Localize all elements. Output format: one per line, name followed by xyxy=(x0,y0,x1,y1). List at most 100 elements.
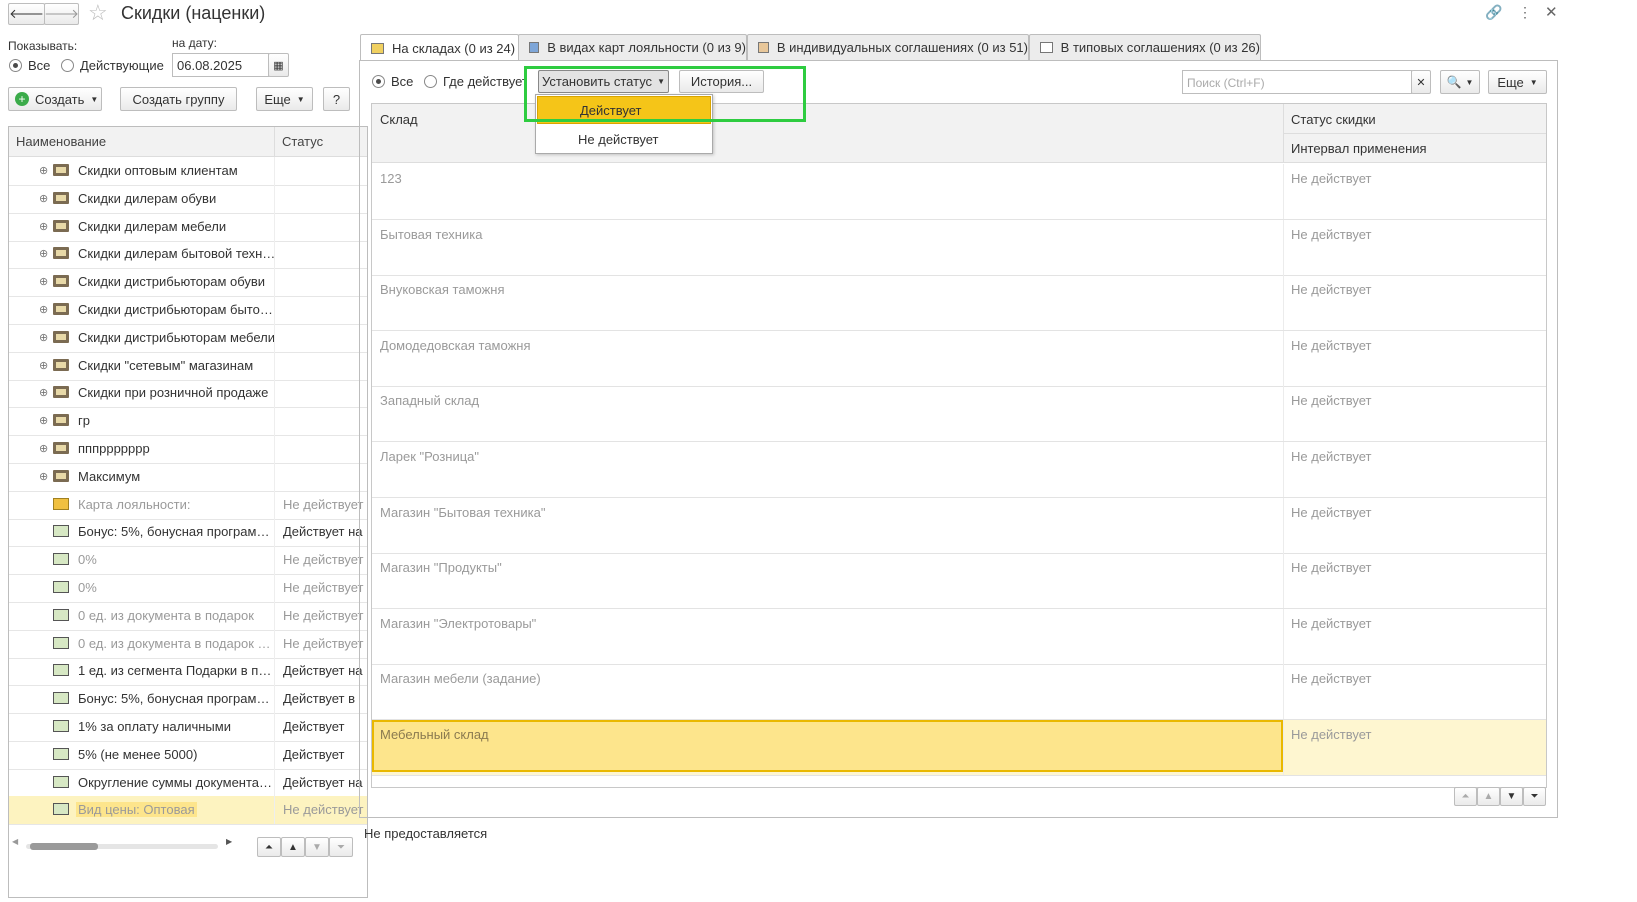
tree-row[interactable]: ⊕ Скидки дилерам обуви xyxy=(9,184,367,214)
tree-row[interactable]: 0 ед. из документа в подарок … Не действу… xyxy=(9,629,367,659)
tab-individual-agreements[interactable]: В индивидуальных соглашениях (0 из 51) xyxy=(747,34,1029,60)
table-row[interactable]: Внуковская таможня Не действует xyxy=(372,275,1546,332)
tree-row[interactable]: ⊕ пппррррррр xyxy=(9,435,367,464)
back-button[interactable]: 🡐 xyxy=(8,3,45,25)
expand-icon[interactable]: ⊕ xyxy=(39,386,48,399)
menu-dots-icon[interactable]: ⋮ xyxy=(1518,4,1532,21)
folder-icon xyxy=(53,358,69,371)
grid-move-last[interactable]: ⏷ xyxy=(1523,787,1546,806)
col-status-header[interactable]: Статус скидки xyxy=(1291,112,1376,127)
expand-icon[interactable]: ⊕ xyxy=(39,164,48,177)
expand-icon[interactable]: ⊕ xyxy=(39,192,48,205)
col-status-header[interactable]: Статус xyxy=(282,134,323,149)
table-row[interactable]: Магазин "Продукты" Не действует xyxy=(372,553,1546,610)
tree-row[interactable]: Бонус: 5%, бонусная програм… Действует в xyxy=(9,685,367,715)
move-last-button[interactable]: ⏷ xyxy=(329,837,353,857)
forward-button[interactable]: 🡒 xyxy=(44,3,79,25)
table-row[interactable]: Магазин мебели (задание) Не действует xyxy=(372,664,1546,721)
search-input[interactable]: Поиск (Ctrl+F) xyxy=(1182,70,1412,94)
table-row[interactable]: Западный склад Не действует xyxy=(372,386,1546,443)
link-icon[interactable]: 🔗 xyxy=(1485,4,1502,21)
radio-active[interactable]: Действующие xyxy=(61,58,164,73)
more-button-right[interactable]: Еще ▼ xyxy=(1488,70,1547,94)
radio-all[interactable]: Все xyxy=(9,58,50,73)
expand-icon[interactable]: ⊕ xyxy=(39,247,48,260)
create-group-button[interactable]: Создать группу xyxy=(120,87,237,111)
column-divider xyxy=(274,462,275,491)
close-icon[interactable]: ✕ xyxy=(1545,3,1558,21)
tree-row[interactable]: ⊕ Скидки оптовым клиентам xyxy=(9,157,367,186)
search-button[interactable]: 🔍 ▼ xyxy=(1440,70,1480,94)
expand-icon[interactable]: ⊕ xyxy=(39,303,48,316)
right-radio-where[interactable]: Где действует xyxy=(424,74,526,89)
tree-row[interactable]: 5% (не менее 5000) Действует xyxy=(9,740,367,770)
right-radio-all[interactable]: Все xyxy=(372,74,413,89)
tab-warehouses[interactable]: На складах (0 из 24) xyxy=(360,34,519,61)
tree-row[interactable]: ⊕ Скидки при розничной продаже xyxy=(9,379,367,409)
grid-move-up[interactable]: ▲ xyxy=(1477,787,1500,806)
tree-row[interactable]: ⊕ Скидки дилерам бытовой техн… xyxy=(9,240,367,270)
tree-row[interactable]: 0 ед. из документа в подарок Не действует xyxy=(9,601,367,631)
move-up-button[interactable]: ▲ xyxy=(281,837,305,857)
expand-icon[interactable]: ⊕ xyxy=(39,331,48,344)
tree-row[interactable]: ⊕ Скидки дистрибьюторам быто… xyxy=(9,296,367,325)
scrollbar-thumb[interactable] xyxy=(30,843,98,850)
table-row[interactable]: Домодедовская таможня Не действует xyxy=(372,330,1546,387)
tab-typical-agreements[interactable]: В типовых соглашениях (0 из 26) xyxy=(1029,34,1261,60)
radio-all-icon xyxy=(372,75,385,88)
expand-icon[interactable]: ⊕ xyxy=(39,220,48,233)
tree-row[interactable]: 0% Не действует xyxy=(9,546,367,576)
help-button[interactable]: ? xyxy=(323,87,350,111)
menu-item-inactive[interactable]: Не действует xyxy=(536,125,712,153)
tree-row[interactable]: ⊕ Скидки дистрибьюторам обуви xyxy=(9,268,367,298)
calendar-button[interactable]: ▦ xyxy=(268,53,289,77)
create-button[interactable]: + Создать ▼ xyxy=(8,87,102,111)
expand-icon[interactable]: ⊕ xyxy=(39,414,48,427)
favorite-star-icon[interactable]: ☆ xyxy=(88,0,108,26)
table-row[interactable]: Магазин "Электротовары" Не действует xyxy=(372,608,1546,665)
expand-icon[interactable]: ⊕ xyxy=(39,275,48,288)
move-down-button[interactable]: ▼ xyxy=(305,837,329,857)
grid-move-first[interactable]: ⏶ xyxy=(1454,787,1477,806)
table-row[interactable]: 123 Не действует xyxy=(372,164,1546,220)
table-row[interactable]: Бытовая техника Не действует xyxy=(372,219,1546,276)
grid-move-down[interactable]: ▼ xyxy=(1500,787,1523,806)
tree-row[interactable]: 0% Не действует xyxy=(9,574,367,603)
column-divider xyxy=(274,657,275,686)
envelope-icon xyxy=(53,497,69,510)
scroll-left-icon[interactable]: ◀ xyxy=(12,837,18,846)
table-row[interactable]: Магазин "Бытовая техника" Не действует xyxy=(372,497,1546,554)
move-first-button[interactable]: ⏶ xyxy=(257,837,281,857)
tab-loyalty-cards[interactable]: В видах карт лояльности (0 из 9) xyxy=(518,34,747,60)
tree-row[interactable]: ⊕ Скидки дистрибьюторам мебели xyxy=(9,323,367,353)
tree-row[interactable]: Вид цены: Оптовая Не действует xyxy=(9,796,367,826)
scroll-right-icon[interactable]: ▶ xyxy=(226,837,232,846)
tree-row[interactable]: Карта лояльности: Не действует xyxy=(9,490,367,520)
radio-active-icon xyxy=(61,59,74,72)
col-warehouse-header[interactable]: Склад xyxy=(380,112,418,127)
expand-icon[interactable]: ⊕ xyxy=(39,442,48,455)
col-name-header[interactable]: Наименование xyxy=(16,134,106,149)
tree-row[interactable]: Округление суммы документа… Действует на xyxy=(9,768,367,798)
tree-row[interactable]: ⊕ Скидки "сетевым" магазинам xyxy=(9,351,367,381)
tree-row[interactable]: 1 ед. из сегмента Подарки в п… Действует … xyxy=(9,657,367,687)
table-row[interactable]: Мебельный склад Не действует xyxy=(372,720,1546,776)
more-button-left[interactable]: Еще ▼ xyxy=(256,87,313,111)
tree-scrollbar[interactable]: ◀ ▶ xyxy=(12,837,233,852)
tree-row[interactable]: ⊕ Скидки дилерам мебели xyxy=(9,212,367,242)
status-cell: Не действует xyxy=(1291,282,1372,298)
tree-row[interactable]: Бонус: 5%, бонусная програм… Действует на xyxy=(9,518,367,548)
tree-row[interactable]: ⊕ Максимум xyxy=(9,462,367,492)
table-row[interactable]: Ларек "Розница" Не действует xyxy=(372,442,1546,498)
col-interval-header[interactable]: Интервал применения xyxy=(1291,141,1427,156)
date-field[interactable]: 06.08.2025 xyxy=(172,53,269,77)
expand-icon[interactable]: ⊕ xyxy=(39,359,48,372)
tree-row[interactable]: ⊕ гр xyxy=(9,407,367,437)
clear-search-button[interactable]: ✕ xyxy=(1411,70,1431,94)
selected-cell[interactable] xyxy=(372,720,1283,772)
warehouse-grid[interactable]: Склад Статус скидки Интервал применения … xyxy=(371,103,1547,788)
expand-icon[interactable]: ⊕ xyxy=(39,470,48,483)
tree-row[interactable]: 1% за оплату наличными Действует xyxy=(9,713,367,742)
tree-row-name: 0% xyxy=(78,580,97,595)
discount-tree[interactable]: Наименование Статус ⊕ Скидки оптовым клие… xyxy=(8,126,368,898)
